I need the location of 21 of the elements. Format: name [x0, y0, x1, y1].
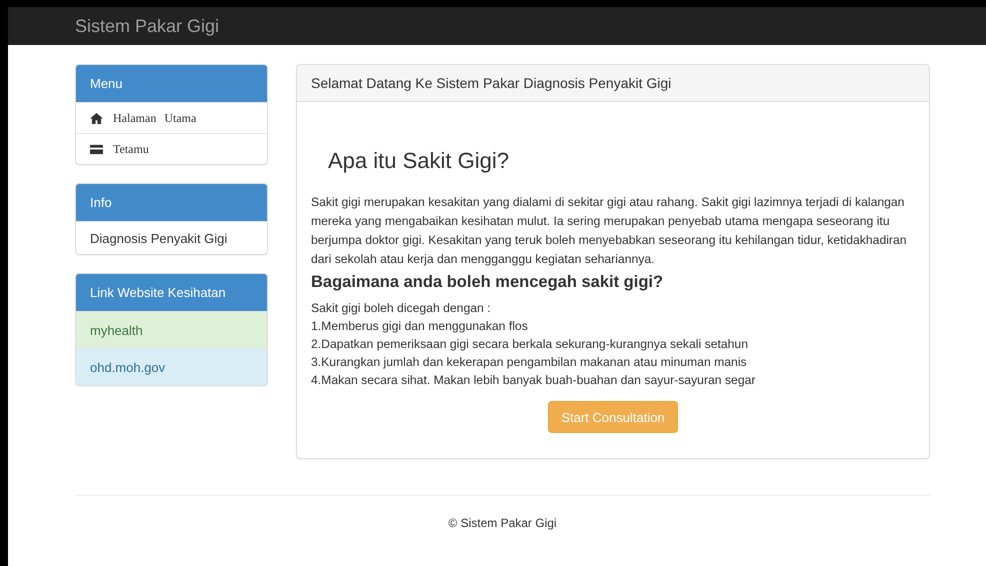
paragraph: Sakit gigi merupakan kesakitan yang dialami di sekitar gigi atau rahang. Sakit gigi lazimnya terjadi di kalangan mereka yang mengabaikan kesihatan mulut. Ia sering merupakan penyebab utama mengapa seseorang itu berjumpa doktor gigi. Kesakitan yang teruk boleh menyebabkan seseorang itu kehilangan tidur, ketidakhadiran dari sekolah atau kerja dan mengganggu kegiatan sehariannya. — [311, 194, 908, 268]
menu-link[interactable]: Halaman Utama — [76, 102, 267, 133]
text-line: Sakit gigi boleh dicegah dengan : — [311, 300, 492, 317]
brand-title[interactable]: Sistem Pakar Gigi — [75, 16, 220, 36]
text-line: 3.Kurangkan jumlah dan kekerapan pengambilan makanan atau minuman manis — [311, 354, 748, 371]
home-icon — [90, 112, 103, 124]
page-title: Apa itu Sakit Gigi? — [328, 148, 510, 174]
panel-heading: Info — [76, 184, 267, 221]
section-title: Bagaimana anda boleh mencegah sakit gigi? — [311, 273, 664, 292]
credit-card-icon — [90, 144, 103, 154]
text-line: 4.Makan secara sihat. Makan lebih banyak buah-buahan dan sayur-sayuran segar — [311, 372, 756, 389]
panel-heading: Link Website Kesihatan — [76, 274, 267, 311]
text-line: 1.Memberus gigi dan menggunakan flos — [311, 318, 529, 335]
footer-text: © Sistem Pakar Gigi — [448, 516, 557, 530]
website-link[interactable]: ohd.moh.gov — [76, 348, 267, 385]
panel-heading: Menu — [76, 65, 267, 102]
text-line: 2.Dapatkan pemeriksaan gigi secara berkala sekurang-kurangnya sekali setahun — [311, 336, 749, 353]
panel-heading: Selamat Datang Ke Sistem Pakar Diagnosis Penyakit Gigi — [297, 65, 929, 102]
menu-link[interactable]: Tetamu — [76, 133, 267, 164]
info-link[interactable]: Diagnosis Penyakit Gigi — [76, 221, 267, 254]
website-link[interactable]: myhealth — [76, 311, 267, 348]
